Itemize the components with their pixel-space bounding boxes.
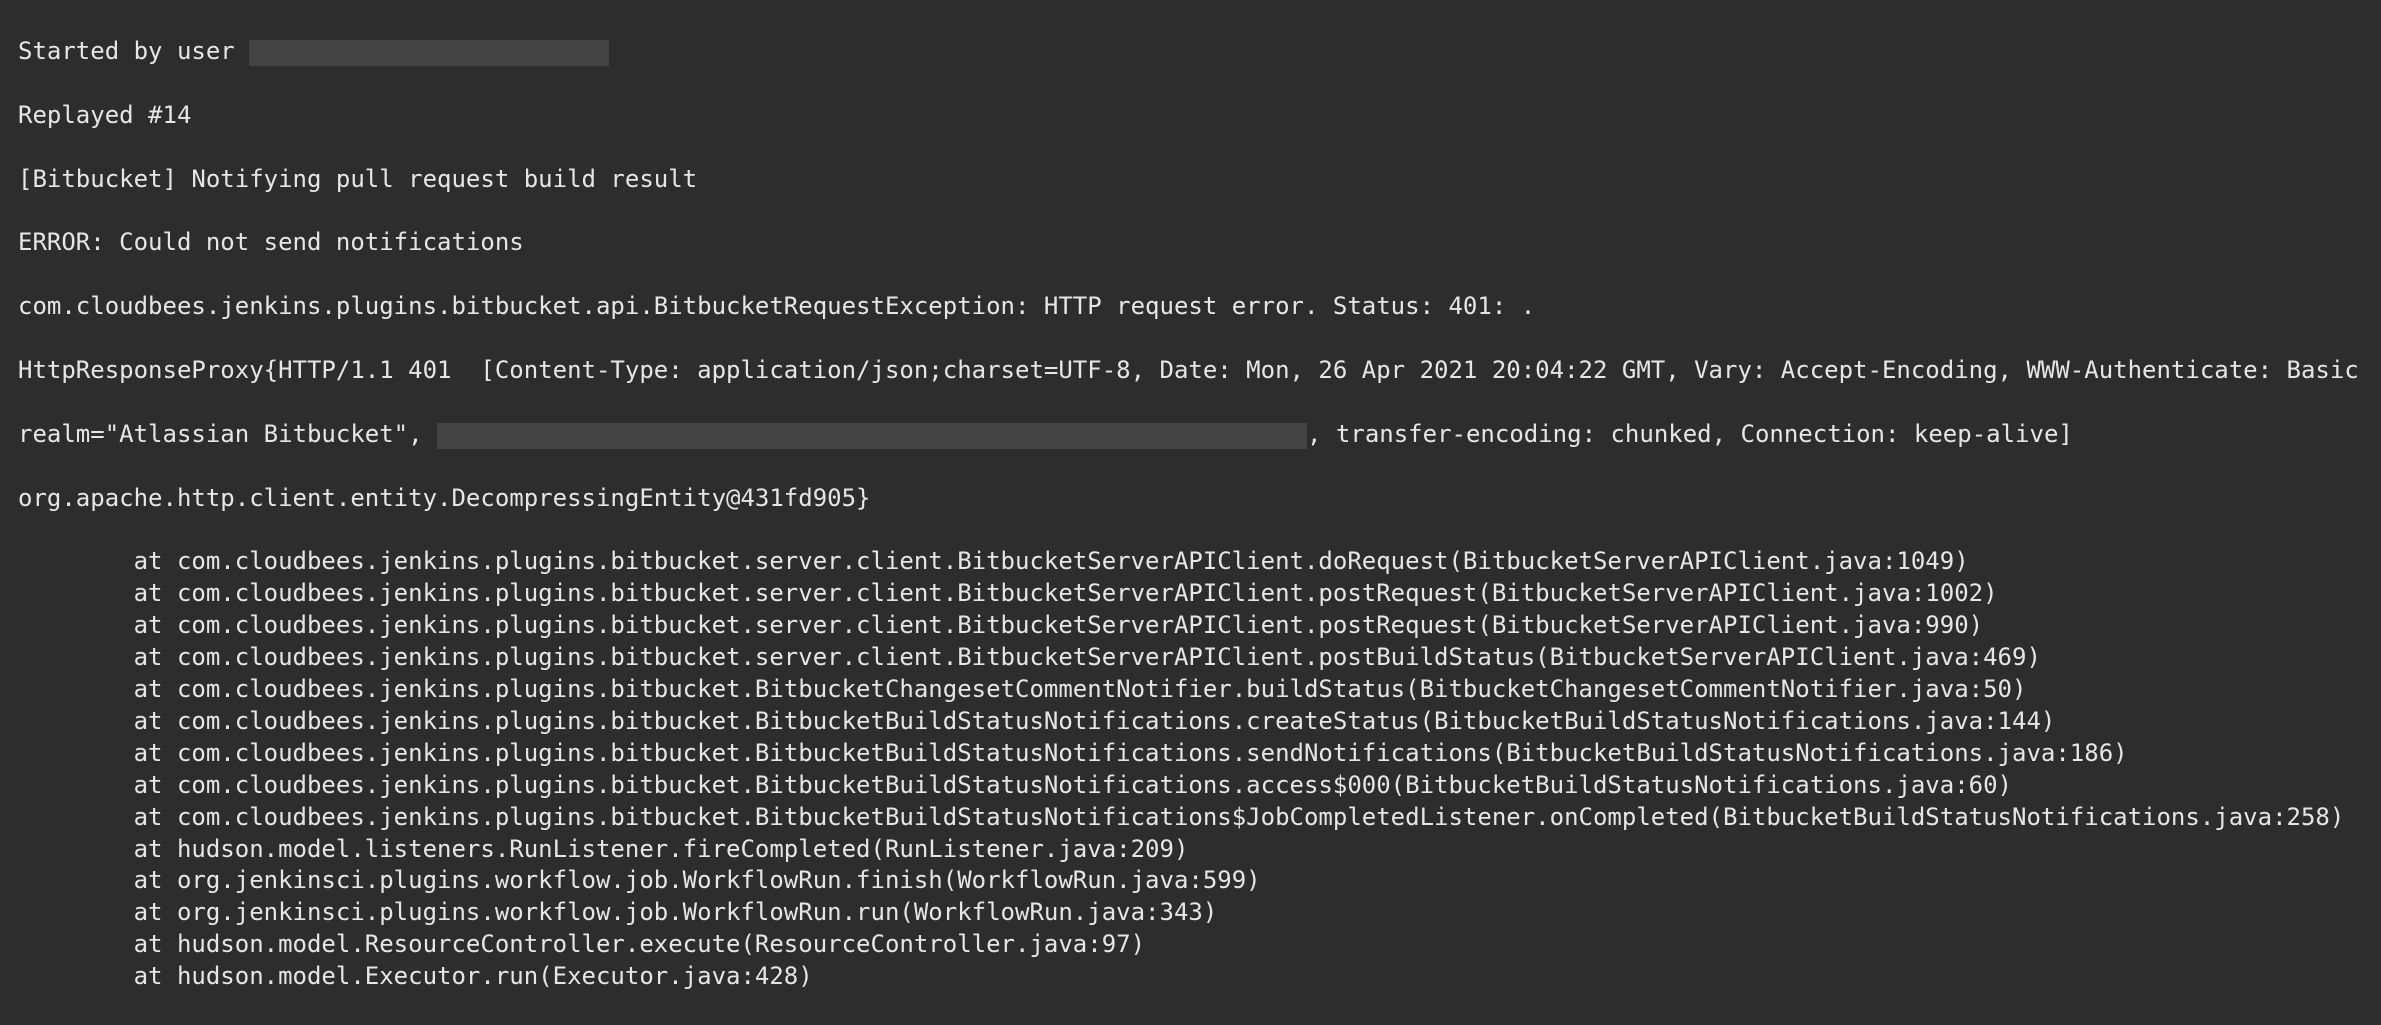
stack-frame: at com.cloudbees.jenkins.plugins.bitbuck… bbox=[18, 674, 2363, 706]
stack-frame: at com.cloudbees.jenkins.plugins.bitbuck… bbox=[18, 706, 2363, 738]
stack-frame: at com.cloudbees.jenkins.plugins.bitbuck… bbox=[18, 642, 2363, 674]
stack-frame: at com.cloudbees.jenkins.plugins.bitbuck… bbox=[18, 610, 2363, 642]
stack-frame: at hudson.model.Executor.run(Executor.ja… bbox=[18, 961, 2363, 993]
entity-line: org.apache.http.client.entity.Decompress… bbox=[18, 483, 2363, 515]
started-by-line: Started by user bbox=[18, 36, 2363, 68]
stack-trace: at com.cloudbees.jenkins.plugins.bitbuck… bbox=[18, 546, 2363, 993]
console-output: Started by user Replayed #14 [Bitbucket]… bbox=[0, 0, 2381, 1025]
http-header-line-1: HttpResponseProxy{HTTP/1.1 401 [Content-… bbox=[18, 355, 2363, 387]
stack-frame: at org.jenkinsci.plugins.workflow.job.Wo… bbox=[18, 897, 2363, 929]
stack-frame: at hudson.model.listeners.RunListener.fi… bbox=[18, 834, 2363, 866]
stack-frame: at com.cloudbees.jenkins.plugins.bitbuck… bbox=[18, 802, 2363, 834]
exception-line: com.cloudbees.jenkins.plugins.bitbucket.… bbox=[18, 291, 2363, 323]
stack-frame: at com.cloudbees.jenkins.plugins.bitbuck… bbox=[18, 738, 2363, 770]
http-header-line-2: realm="Atlassian Bitbucket", , transfer-… bbox=[18, 419, 2363, 451]
http-header-line-2b: , transfer-encoding: chunked, Connection… bbox=[1307, 420, 2087, 448]
stack-frame: at com.cloudbees.jenkins.plugins.bitbuck… bbox=[18, 578, 2363, 610]
started-by-prefix: Started by user bbox=[18, 37, 249, 65]
replayed-line: Replayed #14 bbox=[18, 100, 2363, 132]
notify-line: [Bitbucket] Notifying pull request build… bbox=[18, 164, 2363, 196]
stack-frame: at hudson.model.ResourceController.execu… bbox=[18, 929, 2363, 961]
http-header-line-2a: realm="Atlassian Bitbucket", bbox=[18, 420, 437, 448]
stack-frame: at com.cloudbees.jenkins.plugins.bitbuck… bbox=[18, 770, 2363, 802]
redacted-username bbox=[249, 40, 609, 66]
redacted-header-value bbox=[437, 423, 1307, 449]
stack-frame: at com.cloudbees.jenkins.plugins.bitbuck… bbox=[18, 546, 2363, 578]
stack-frame: at org.jenkinsci.plugins.workflow.job.Wo… bbox=[18, 865, 2363, 897]
error-line: ERROR: Could not send notifications bbox=[18, 227, 2363, 259]
